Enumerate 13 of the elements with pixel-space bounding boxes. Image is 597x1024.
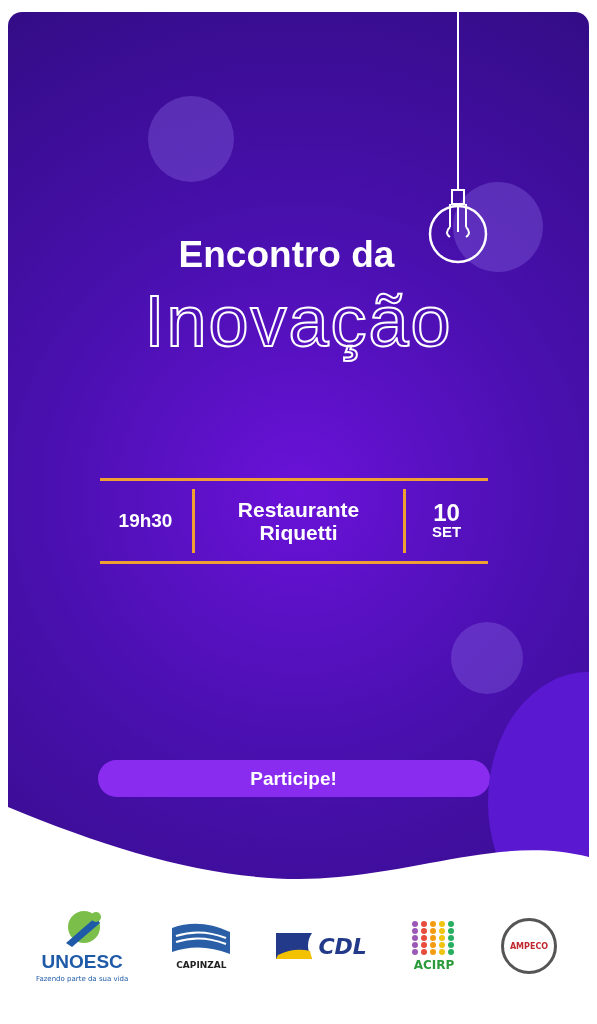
circle-logo: AMPECO (501, 918, 557, 974)
participate-button[interactable]: Participe! (97, 760, 490, 797)
title-text: Encontro da (178, 234, 395, 276)
logo-text: ACIRP (413, 958, 455, 972)
shield-icon (274, 931, 315, 961)
logo-text: CAPINZAL (176, 960, 227, 970)
logo-text: CDL (318, 933, 367, 959)
title-outline-text: Inovação (143, 280, 454, 364)
date-month: SET (431, 525, 462, 540)
date-day: 10 (433, 502, 460, 526)
logo-text: UNOESC (41, 951, 123, 973)
time-text: 19h30 (117, 510, 174, 532)
venue-text: Restaurante Riquetti (236, 497, 361, 545)
